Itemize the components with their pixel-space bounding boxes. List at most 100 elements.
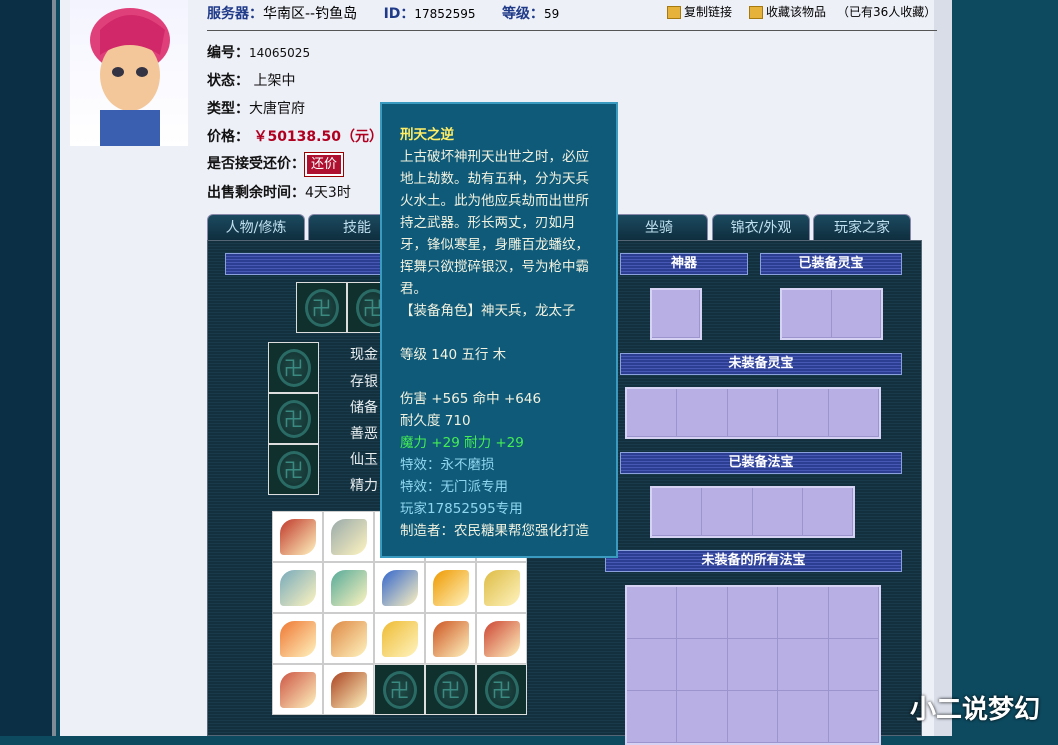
- tab-character[interactable]: 人物/修炼: [207, 214, 305, 240]
- type-value: 大唐官府: [249, 101, 305, 117]
- bargain-button[interactable]: 还价: [303, 152, 345, 177]
- item-icon: [279, 620, 316, 657]
- tooltip-title: 刑天之逆: [400, 127, 454, 143]
- equipped-lingbao-header: 已装备灵宝: [760, 253, 902, 275]
- empty-slot-icon: [484, 670, 519, 709]
- empty-slot-icon: [276, 399, 311, 438]
- watermark: 小二说梦幻: [909, 695, 1040, 725]
- avatar: [70, 0, 188, 146]
- item-icon: [381, 620, 418, 657]
- status-label: 状态：: [207, 73, 249, 89]
- empty-slot-icon: [433, 670, 468, 709]
- item-icon: [432, 620, 469, 657]
- inventory-item[interactable]: [323, 511, 374, 562]
- inventory-item[interactable]: [476, 613, 527, 664]
- tooltip-maker: 制造者：农民糖果帮您强化打造: [400, 523, 589, 539]
- unequipped-lingbao-slots[interactable]: [625, 387, 881, 439]
- price-value: ￥50138.50（元）: [253, 129, 383, 145]
- bargain-label: 是否接受还价：: [207, 156, 305, 172]
- favorite-count: （已有36人收藏）: [837, 5, 937, 19]
- tooltip-role: 【装备角色】神天兵，龙太子: [400, 303, 576, 319]
- tooltip-effect-2: 特效：无门派专用: [400, 479, 508, 495]
- copy-icon: [667, 6, 681, 19]
- empty-slot[interactable]: [268, 444, 319, 495]
- equipped-fabao-slots[interactable]: [650, 486, 855, 538]
- price-label: 价格：: [207, 129, 249, 145]
- id-value: 17852595: [414, 7, 476, 21]
- stat-reserve: 储备: [350, 400, 378, 416]
- tooltip-owner: 玩家17852595专用: [400, 501, 523, 517]
- empty-slot[interactable]: [296, 282, 347, 333]
- inventory-item[interactable]: [374, 613, 425, 664]
- empty-slot[interactable]: [268, 342, 319, 393]
- level-label: 等级：: [501, 6, 544, 22]
- inventory-item[interactable]: [272, 613, 323, 664]
- tooltip-bonus: 魔力 +29 耐力 +29: [400, 435, 524, 451]
- unequipped-lingbao-header: 未装备灵宝: [620, 353, 902, 375]
- inventory-item[interactable]: [323, 562, 374, 613]
- type-label: 类型：: [207, 101, 249, 117]
- empty-slot-icon: [382, 670, 417, 709]
- item-icon: [279, 518, 316, 555]
- artifact-slot[interactable]: [650, 288, 702, 340]
- favorite-button[interactable]: 收藏该物品: [749, 3, 826, 20]
- stat-energy: 精力: [350, 478, 378, 494]
- artifact-header: 神器: [620, 253, 748, 275]
- tooltip-attack: 伤害 +565 命中 +646: [400, 391, 542, 407]
- empty-slot[interactable]: [425, 664, 476, 715]
- inventory-item[interactable]: [374, 562, 425, 613]
- item-icon: [330, 569, 367, 606]
- tab-appearance[interactable]: 锦衣/外观: [712, 214, 810, 240]
- equipped-lingbao-slots[interactable]: [780, 288, 883, 340]
- divider: [207, 30, 937, 31]
- server-value: 华南区--钓鱼岛: [263, 6, 358, 22]
- empty-slot[interactable]: [374, 664, 425, 715]
- inventory-item[interactable]: [272, 562, 323, 613]
- tab-mount[interactable]: 坐骑: [610, 214, 708, 240]
- copy-link-button[interactable]: 复制链接: [667, 3, 732, 20]
- item-tooltip: 刑天之逆 上古破坏神刑天出世之时，必应地上劫数。劫有五种，分为天兵火水土。此为他…: [380, 102, 618, 558]
- time-value: 4天3时: [305, 185, 351, 201]
- empty-slot-icon: [276, 348, 311, 387]
- inventory-item[interactable]: [425, 613, 476, 664]
- item-icon: [381, 569, 418, 606]
- item-icon: [279, 569, 316, 606]
- all-fabao-slots[interactable]: [625, 585, 881, 745]
- item-icon: [330, 671, 367, 708]
- tooltip-description: 上古破坏神刑天出世之时，必应地上劫数。劫有五种，分为天兵火水土。此为他应兵劫而出…: [400, 149, 589, 297]
- left-border: [0, 0, 56, 736]
- num-value: 14065025: [249, 46, 311, 60]
- item-icon: [483, 620, 520, 657]
- empty-slot[interactable]: [268, 393, 319, 444]
- inventory-item[interactable]: [425, 562, 476, 613]
- tooltip-effect-1: 特效：永不磨损: [400, 457, 495, 473]
- equip-slots-left: [268, 342, 319, 495]
- inventory-item[interactable]: [323, 613, 374, 664]
- item-icon: [432, 569, 469, 606]
- stat-cash: 现金: [350, 347, 378, 363]
- item-icon: [330, 518, 367, 555]
- item-icon: [279, 671, 316, 708]
- num-label: 编号：: [207, 45, 249, 61]
- equipment-header: [225, 253, 385, 275]
- empty-slot-icon: [304, 288, 339, 327]
- inventory-item[interactable]: [323, 664, 374, 715]
- stat-savings: 存银: [350, 374, 378, 390]
- folder-icon: [749, 6, 763, 19]
- item-icon: [330, 620, 367, 657]
- id-label: ID：: [383, 6, 415, 22]
- server-label: 服务器：: [207, 6, 263, 22]
- tooltip-level: 等级 140 五行 木: [400, 347, 507, 363]
- stat-jade: 仙玉: [350, 452, 378, 468]
- time-label: 出售剩余时间：: [207, 185, 305, 201]
- inventory-item[interactable]: [272, 664, 323, 715]
- stat-karma: 善恶: [350, 426, 378, 442]
- empty-slot-icon: [276, 450, 311, 489]
- inventory-item[interactable]: [272, 511, 323, 562]
- empty-slot[interactable]: [476, 664, 527, 715]
- tab-home[interactable]: 玩家之家: [813, 214, 911, 240]
- tooltip-durability: 耐久度 710: [400, 413, 471, 429]
- favorite-label: 收藏该物品: [766, 5, 827, 19]
- inventory-item[interactable]: [476, 562, 527, 613]
- equipped-fabao-header: 已装备法宝: [620, 452, 902, 474]
